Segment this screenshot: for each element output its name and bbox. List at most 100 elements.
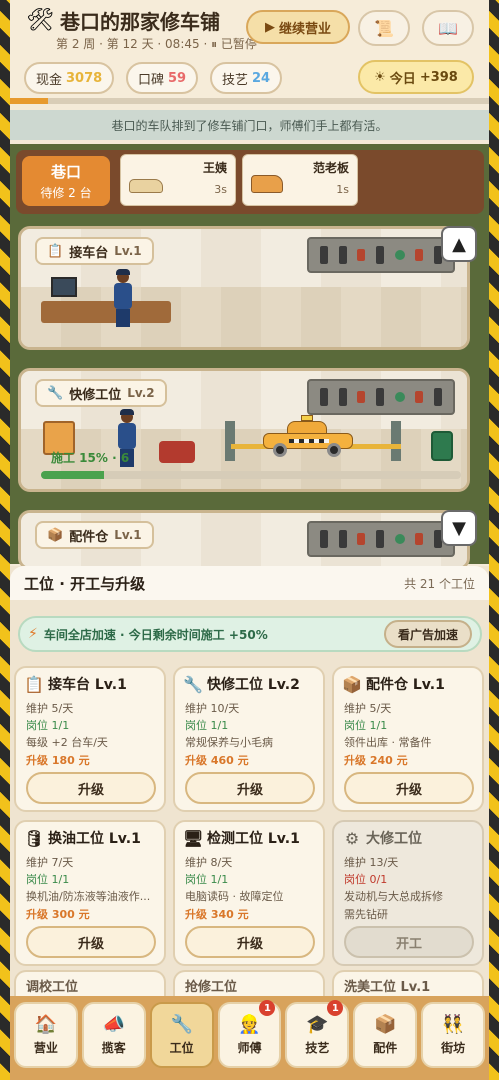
scroll-down-button[interactable]: ▼ [441, 510, 477, 546]
nav-stations[interactable]: 🔧 工位 [149, 1002, 214, 1068]
card-slots: 岗位 1/1 [26, 719, 70, 732]
queue-name: 巷口 [50, 163, 81, 181]
nav-customers[interactable]: 📣 揽客 [81, 1002, 146, 1068]
queue-waiting: 待修 2 台 [40, 186, 92, 200]
game-clock: 第 2 周 · 第 12 天 · 08:45 · ⏸ 已暂停 [56, 37, 257, 51]
queue-label[interactable]: 巷口 待修 2 台 [22, 156, 110, 206]
card-upkeep: 维护 10/天 [185, 702, 240, 715]
nav-skills[interactable]: 1 🎓 技艺 [285, 1000, 350, 1068]
station-card-peek[interactable]: 调校工位 [14, 970, 166, 996]
nav-parts[interactable]: 📦 配件 [353, 1002, 418, 1068]
play-icon: ▶ [264, 19, 275, 35]
nav-neighbors[interactable]: 👯 街坊 [421, 1002, 486, 1068]
work-progress-fill [41, 471, 104, 479]
reputation-value: 59 [168, 70, 187, 86]
upgrade-button[interactable]: 升级 [26, 772, 156, 804]
workshop-scene: 巷口 待修 2 台 王姨 3s 范老板 1s 📋 接车台 Lv.1 🔧 快修工位… [10, 144, 489, 570]
scroll-button[interactable]: 📜 [358, 10, 410, 46]
watch-ad-boost-button[interactable]: 看广告加速 [383, 620, 472, 648]
reception-desk [41, 301, 171, 323]
panel-count: 共 21 个工位 [404, 576, 475, 591]
station-card-peek[interactable]: 抢修工位 [173, 970, 325, 996]
station-card-diagnostics[interactable]: 🖥 检测工位 Lv.1 维护 8/天 岗位 1/1 电脑读码 · 故障定位 升级 … [173, 820, 325, 966]
scene-station-quick-repair[interactable]: 🔧 快修工位 Lv.2 施工 15% · 6 [18, 368, 470, 492]
card-title: 大修工位 [366, 831, 422, 847]
tools-icon: 🛠 [26, 8, 54, 33]
boost-banner: ⚡ 车间全店加速 · 今日剩余时间施工 +50% 看广告加速 [18, 616, 482, 652]
tool-board [307, 237, 455, 273]
customer-name: 范老板 [312, 161, 349, 175]
tool-board [307, 521, 455, 557]
station-card-overhaul[interactable]: ⚙ 大修工位 维护 13/天 岗位 0/1 发动机与大总成拆修 需先钻研 开工 [332, 820, 484, 966]
station-card-oil-change[interactable]: 🛢 换油工位 Lv.1 维护 7/天 岗位 1/1 换机油/防冻液等油液作... … [14, 820, 166, 966]
today-income-pill[interactable]: ☀ 今日 +398 [358, 60, 474, 94]
card-slots: 岗位 1/1 [185, 719, 229, 732]
nav-label: 技艺 [305, 1041, 330, 1055]
car-queue: 巷口 待修 2 台 王姨 3s 范老板 1s [16, 150, 484, 214]
card-upkeep: 维护 5/天 [344, 702, 392, 715]
skill-label: 技艺 [222, 72, 249, 88]
computer-icon: 🖥 [183, 828, 204, 848]
lightning-icon: ⚡ [28, 626, 38, 642]
notice-banner: 巷口的车队排到了修车铺门口，师傅们手上都有活。 [10, 110, 489, 140]
station-card-reception[interactable]: 📋 接车台 Lv.1 维护 5/天 岗位 1/1 每级 +2 台车/天 升级 18… [14, 666, 166, 812]
tool-board [307, 379, 455, 415]
clipboard-icon: 📋 [24, 674, 44, 694]
upgrade-button[interactable]: 升级 [185, 772, 315, 804]
card-slots: 岗位 0/1 [344, 873, 388, 886]
hazard-border-right [489, 0, 499, 1080]
queue-car-card[interactable]: 范老板 1s [242, 154, 358, 206]
queue-car-card[interactable]: 王姨 3s [120, 154, 236, 206]
open-station-button[interactable]: 开工 [344, 926, 474, 958]
house-icon: 🏠 [34, 1014, 58, 1035]
bottom-nav: 🏠 营业 📣 揽客 🔧 工位 1 👷 师傅 1 🎓 技艺 📦 配件 👯 街坊 [10, 996, 489, 1080]
guide-book-button[interactable]: 📖 [422, 10, 474, 46]
work-progress-bar [41, 471, 461, 479]
upgrade-button[interactable]: 升级 [26, 926, 156, 958]
card-upkeep: 维护 7/天 [26, 856, 74, 869]
neighbors-icon: 👯 [441, 1014, 465, 1035]
nav-label: 工位 [169, 1041, 194, 1055]
clipboard-icon: 📋 [47, 243, 64, 259]
scene-station-reception[interactable]: 📋 接车台 Lv.1 [18, 226, 470, 350]
card-upkeep: 维护 5/天 [26, 702, 74, 715]
wrench-icon: 🔧 [47, 385, 64, 401]
taxi-car[interactable] [263, 415, 353, 457]
day-progress-fill [10, 98, 49, 104]
card-cost: 升级 300 元 [26, 908, 90, 921]
gear-icon: ⚙ [344, 828, 360, 848]
header: 🛠 巷口的那家修车铺 第 2 周 · 第 12 天 · 08:45 · ⏸ 已暂… [10, 0, 489, 104]
notification-badge: 1 [259, 1000, 276, 1016]
continue-business-button[interactable]: ▶ 继续营业 [246, 10, 350, 44]
station-panel: 工位 · 开工与升级 共 21 个工位 ⚡ 车间全店加速 · 今日剩余时间施工 … [10, 566, 489, 996]
sun-icon: ☀ [374, 69, 386, 85]
station-card-quick-repair[interactable]: 🔧 快修工位 Lv.2 维护 10/天 岗位 1/1 常规保养与小毛病 升级 46… [173, 666, 325, 812]
nav-business[interactable]: 🏠 营业 [14, 1002, 78, 1068]
card-slots: 岗位 1/1 [185, 873, 229, 886]
nav-label: 街坊 [441, 1041, 466, 1055]
card-title: 换油工位 Lv.1 [48, 831, 141, 847]
scroll-up-button[interactable]: ▲ [441, 226, 477, 262]
station-card-parts[interactable]: 📦 配件仓 Lv.1 维护 5/天 岗位 1/1 领件出库 · 常备件 升级 24… [332, 666, 484, 812]
upgrade-button[interactable]: 升级 [185, 926, 315, 958]
panel-title: 工位 · 开工与升级 [24, 574, 146, 593]
card-upkeep: 维护 13/天 [344, 856, 399, 869]
cash-label: 现金 [36, 72, 63, 88]
continue-business-label: 继续营业 [278, 21, 331, 37]
upgrade-button[interactable]: 升级 [344, 772, 474, 804]
shop-title: 巷口的那家修车铺 [60, 10, 220, 34]
mechanic-worker[interactable] [113, 269, 133, 327]
card-cost: 升级 240 元 [344, 754, 408, 767]
oil-barrel [431, 431, 453, 461]
card-title: 快修工位 Lv.2 [207, 677, 300, 693]
box-icon: 📦 [374, 1014, 397, 1035]
card-requirement: 需先钻研 [344, 908, 388, 921]
scene-station-parts[interactable]: 📦 配件仓 Lv.1 [18, 510, 470, 570]
van-icon [251, 175, 283, 193]
station-card-peek[interactable]: 洗美工位 Lv.1 [332, 970, 484, 996]
card-desc: 换机油/防冻液等油液作... [26, 890, 151, 903]
nav-mechanics[interactable]: 1 👷 师傅 [217, 1000, 282, 1068]
cash-value: 3078 [66, 70, 103, 86]
book-icon: 📖 [438, 18, 458, 38]
title-row: 🛠 巷口的那家修车铺 [26, 6, 220, 35]
